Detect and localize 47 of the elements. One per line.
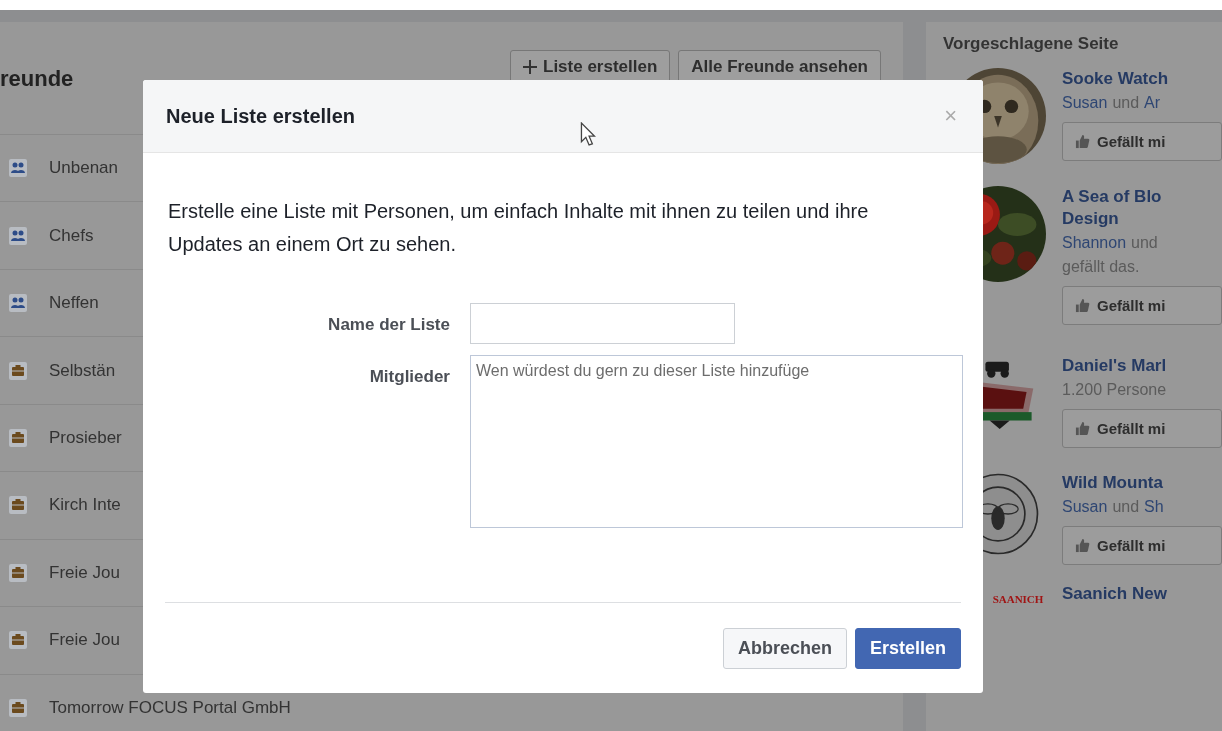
briefcase-icon	[9, 563, 27, 582]
page-info: 1.200 Persone	[1062, 380, 1167, 400]
page-info: und	[1112, 93, 1140, 113]
page-info: und	[1112, 497, 1140, 517]
like-button[interactable]: Gefällt mi	[1062, 122, 1222, 161]
cursor-icon	[580, 122, 596, 146]
page-link[interactable]: Wild Mounta	[1062, 472, 1222, 494]
dialog-description: Erstelle eine Liste mit Personen, um einfach Inhalte mit ihnen zu teilen und ihre Updates an einem Ort zu sehen.	[168, 199, 870, 257]
friend-link[interactable]: Ar	[1144, 92, 1161, 114]
thumbs-up-icon	[1075, 298, 1090, 313]
dialog-title: Neue Liste erstellen	[166, 104, 355, 128]
plus-icon	[523, 60, 537, 74]
page-link[interactable]: Sooke Watch	[1062, 68, 1222, 90]
friend-link[interactable]: Susan	[1062, 92, 1108, 114]
page-info: gefällt das.	[1062, 257, 1140, 277]
friend-link[interactable]: Susan	[1062, 496, 1108, 518]
like-button[interactable]: Gefällt mi	[1062, 409, 1222, 448]
logo-text: SAANICH	[992, 593, 1044, 605]
briefcase-icon	[9, 429, 27, 447]
page-link[interactable]: Saanich New	[1062, 583, 1167, 605]
field-label: Mitglieder	[368, 366, 450, 387]
page-info: und	[1131, 233, 1158, 253]
like-button[interactable]: Gefällt mi	[1062, 526, 1222, 565]
dialog-button[interactable]: Abbrechen	[722, 627, 847, 669]
members-field[interactable]: Wen würdest du gern zu dieser Liste hinzufüge	[470, 355, 963, 528]
people-icon	[9, 294, 27, 313]
panel-title: reunde	[0, 66, 74, 92]
people-icon	[9, 226, 27, 245]
briefcase-icon	[9, 361, 27, 380]
close-button[interactable]: ×	[940, 103, 961, 129]
page-link[interactable]: Daniel's Marl	[1062, 355, 1222, 377]
people-icon	[9, 159, 27, 178]
page-link[interactable]: Design	[1062, 208, 1222, 230]
thumbs-up-icon	[1075, 134, 1090, 149]
briefcase-icon	[9, 698, 27, 717]
friend-link[interactable]: Sh	[1144, 496, 1164, 518]
briefcase-icon	[9, 631, 27, 650]
input-field[interactable]	[470, 303, 735, 344]
panel-title: Vorgeschlagene Seite	[943, 34, 1120, 54]
dialog-button[interactable]: Erstellen	[854, 627, 961, 669]
thumbs-up-icon	[1075, 538, 1090, 553]
field-label: Name der Liste	[327, 314, 450, 335]
page-link[interactable]: A Sea of Blo	[1062, 186, 1222, 208]
like-button[interactable]: Gefällt mi	[1062, 286, 1222, 325]
friend-link[interactable]: Shannon	[1062, 232, 1127, 254]
briefcase-icon	[9, 496, 27, 515]
thumbs-up-icon	[1075, 421, 1090, 436]
